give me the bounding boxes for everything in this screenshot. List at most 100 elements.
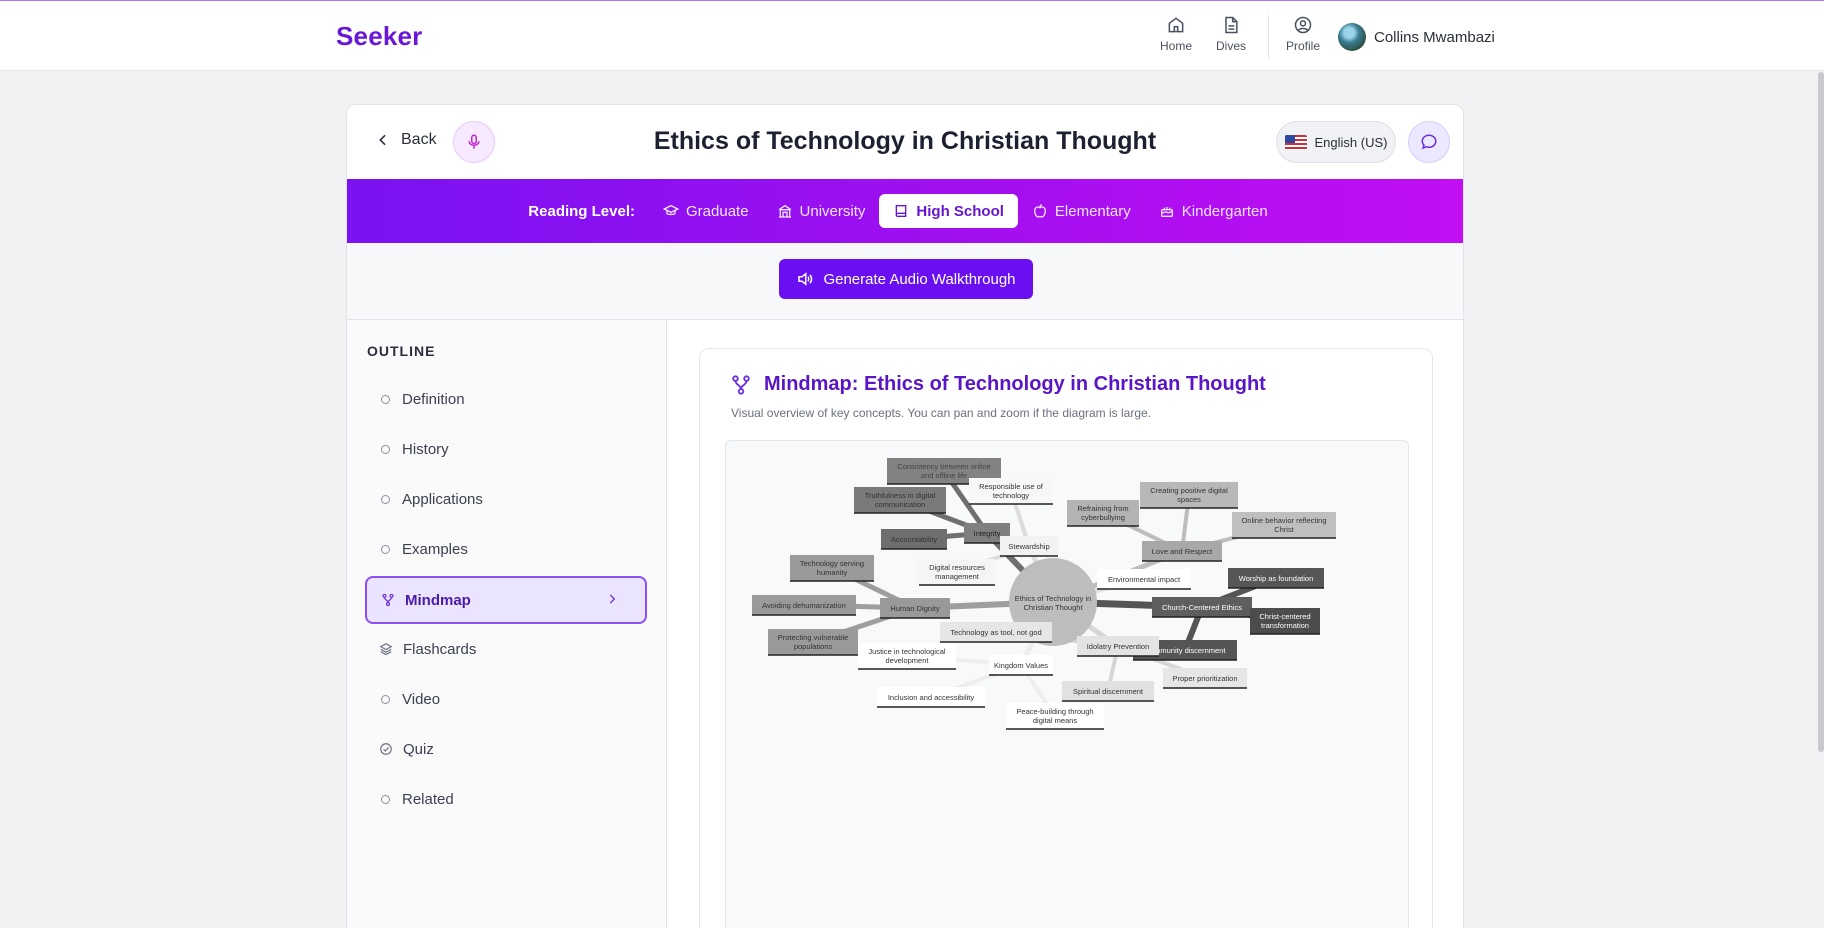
mindmap-leaf-node[interactable]: Technology as tool, not god: [940, 622, 1052, 643]
mindmap-icon: [382, 593, 394, 607]
mindmap-leaf-node[interactable]: Responsible use oftechnology: [969, 478, 1053, 505]
us-flag-icon: [1284, 134, 1307, 150]
mindmap-leaf-node-text: humanity: [817, 568, 848, 577]
mindmap-leaf-node[interactable]: Protecting vulnerablepopulations: [768, 629, 858, 656]
language-selector[interactable]: English (US): [1276, 121, 1396, 163]
level-university[interactable]: University: [763, 194, 880, 228]
mindmap-diagram[interactable]: Ethics of Technology inChristian Thought…: [726, 441, 1409, 928]
mindmap-leaf-node-text: Spiritual discernment: [1073, 687, 1144, 696]
check-circle-icon: [380, 743, 392, 755]
nav-profile-label: Profile: [1286, 39, 1321, 53]
mindmap-branch-node[interactable]: Environmental impact: [1097, 569, 1191, 590]
generate-audio-button[interactable]: Generate Audio Walkthrough: [779, 259, 1033, 299]
mindmap-leaf-node-text: Avoiding dehumanization: [762, 601, 846, 610]
outline-item-history[interactable]: History: [365, 426, 647, 472]
mindmap-leaf-node[interactable]: Creating positive digitalspaces: [1140, 482, 1238, 509]
mindmap-branch-node-text: Church-Centered Ethics: [1162, 603, 1242, 612]
outline-item-label: Mindmap: [405, 591, 471, 609]
mindmap-leaf-node-text: spaces: [1177, 495, 1201, 504]
mindmap-branch-node[interactable]: Idolatry Prevention: [1077, 636, 1159, 657]
mindmap-branch-node[interactable]: Stewardship: [1000, 536, 1058, 557]
outline-item-label: Definition: [402, 390, 465, 408]
mindmap-title-prefix: Mindmap:: [764, 373, 859, 395]
university-icon: [778, 204, 791, 218]
outline-item-quiz[interactable]: Quiz: [365, 726, 647, 772]
level-graduate[interactable]: Graduate: [649, 194, 763, 228]
mindmap-leaf-node[interactable]: Avoiding dehumanization: [752, 595, 856, 616]
level-university-label: University: [799, 202, 866, 220]
mindmap-leaf-node[interactable]: Justice in technologicaldevelopment: [858, 643, 956, 670]
level-kindergarten[interactable]: Kindergarten: [1145, 194, 1282, 228]
nav-dives-label: Dives: [1216, 39, 1247, 53]
mindmap-leaf-node[interactable]: Proper prioritization: [1163, 668, 1247, 689]
mindmap-leaf-node[interactable]: Online behavior reflectingChrist: [1232, 512, 1336, 539]
mindmap-leaf-node-text: Justice in technological: [868, 647, 945, 656]
mindmap-leaf-node[interactable]: Peace-building throughdigital means: [1006, 703, 1104, 730]
mindmap-leaf-node[interactable]: Christ-centeredtransformation: [1250, 608, 1320, 635]
mindmap-leaf-node[interactable]: Refraining fromcyberbullying: [1067, 500, 1139, 527]
mindmap-leaf-node-text: Technology as tool, not god: [950, 628, 1041, 637]
circle-icon: [381, 494, 390, 504]
mindmap-leaf-node[interactable]: Digital resourcesmanagement: [919, 559, 995, 586]
mindmap-leaf-node-text: transformation: [1261, 621, 1309, 630]
mindmap-nodes: Ethics of Technology inChristian Thought…: [752, 458, 1336, 730]
mindmap-canvas[interactable]: Ethics of Technology in Christian Thought…: [725, 440, 1409, 928]
brand-logo[interactable]: Seeker: [336, 21, 423, 52]
avatar: [1338, 23, 1366, 51]
mindmap-leaf-node-text: digital means: [1033, 716, 1077, 725]
mindmap-branch-node-text: Environmental impact: [1108, 575, 1181, 584]
level-kindergarten-label: Kindergarten: [1181, 202, 1268, 220]
nav-divider: [1268, 15, 1269, 59]
reading-level-bar: Reading Level: Graduate University High …: [347, 179, 1463, 243]
page-scrollbar[interactable]: [1818, 72, 1824, 752]
chevron-right-icon: [609, 594, 616, 604]
outline-item-label: Examples: [402, 540, 468, 558]
mindmap-leaf-node-text: Responsible use of: [979, 482, 1044, 491]
outline-sidebar: OUTLINE Definition History Applications …: [347, 320, 667, 928]
mindmap-leaf-node[interactable]: Truthfulness in digitalcommunication: [854, 487, 946, 514]
outline-item-definition[interactable]: Definition: [365, 376, 647, 422]
circle-icon: [381, 544, 390, 554]
mindmap-leaf-node[interactable]: Worship as foundation: [1228, 568, 1324, 589]
mindmap-leaf-node-text: Proper prioritization: [1172, 674, 1237, 683]
outline-item-applications[interactable]: Applications: [365, 476, 647, 522]
nav-profile[interactable]: Profile: [1286, 15, 1320, 53]
nav-home-label: Home: [1160, 39, 1193, 53]
outline-item-video[interactable]: Video: [365, 676, 647, 722]
card-header: Back Ethics of Technology in Christian T…: [347, 105, 1463, 179]
mindmap-leaf-node-text: Technology serving: [800, 559, 864, 568]
outline-item-flashcards[interactable]: Flashcards: [365, 626, 647, 672]
mindmap-leaf-node-text: technology: [993, 491, 1030, 500]
mindmap-leaf-node-text: Truthfulness in digital: [865, 491, 936, 500]
nav-dives[interactable]: Dives: [1216, 15, 1246, 53]
mindmap-leaf-node[interactable]: Technology servinghumanity: [790, 555, 874, 582]
mindmap-branch-node-text: Love and Respect: [1152, 547, 1213, 556]
level-high-school[interactable]: High School: [879, 194, 1018, 228]
mindmap-leaf-node[interactable]: Accountability: [881, 529, 947, 550]
mindmap-branch-node-text: Stewardship: [1008, 542, 1049, 551]
outline-item-related[interactable]: Related: [365, 776, 647, 822]
mindmap-branch-node[interactable]: Love and Respect: [1142, 541, 1222, 562]
mindmap-branch-node-text: Human Dignity: [890, 604, 939, 613]
mindmap-leaf-node-text: Christ: [1274, 525, 1295, 534]
circle-icon: [381, 444, 390, 454]
chat-button[interactable]: [1408, 121, 1450, 163]
circle-icon: [381, 394, 390, 404]
outline-item-mindmap[interactable]: Mindmap: [365, 576, 647, 624]
reading-level-label: Reading Level:: [528, 202, 635, 220]
nav-home[interactable]: Home: [1160, 15, 1192, 53]
outline-item-label: Quiz: [403, 740, 434, 758]
level-elementary[interactable]: Elementary: [1018, 194, 1145, 228]
mindmap-branch-node[interactable]: Church-Centered Ethics: [1152, 597, 1252, 618]
mindmap-leaf-node[interactable]: Spiritual discernment: [1062, 681, 1154, 702]
mindmap-title: Ethics of Technology in Christian Though…: [864, 373, 1266, 395]
mindmap-leaf-node-text: Refraining from: [1077, 504, 1128, 513]
mindmap-leaf-node[interactable]: Inclusion and accessibility: [877, 687, 985, 708]
circle-icon: [381, 694, 390, 704]
user-menu[interactable]: Collins Mwambazi: [1338, 23, 1495, 51]
mindmap-branch-node-text: Idolatry Prevention: [1087, 642, 1150, 651]
outline-item-examples[interactable]: Examples: [365, 526, 647, 572]
mindmap-branch-node[interactable]: Kingdom Values: [989, 655, 1053, 676]
mindmap-branch-node[interactable]: Human Dignity: [880, 598, 950, 619]
mindmap-leaf-node-text: Protecting vulnerable: [778, 633, 848, 642]
